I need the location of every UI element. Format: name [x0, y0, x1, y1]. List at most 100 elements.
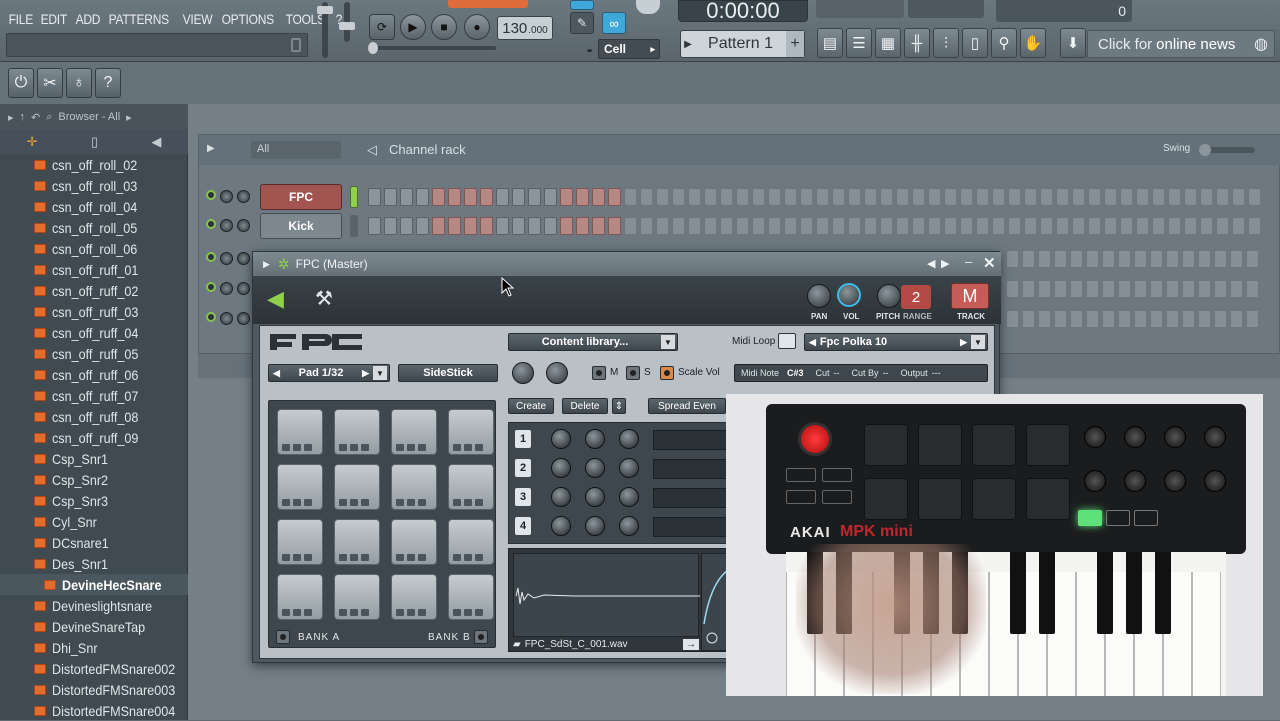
layer-knob[interactable]	[551, 516, 571, 536]
pad-control-icon[interactable]	[350, 444, 358, 451]
step-button[interactable]	[1054, 310, 1067, 328]
bank-b-button[interactable]	[474, 630, 488, 644]
menu-options[interactable]: OPTIONS	[219, 11, 277, 27]
pad-control-icon[interactable]	[361, 499, 369, 506]
browser-file-item[interactable]: Des_Snr1	[0, 553, 188, 574]
pad-control-icon[interactable]	[418, 609, 426, 616]
drum-pad[interactable]	[391, 409, 437, 455]
step-button[interactable]	[464, 188, 477, 206]
step-button[interactable]	[1134, 280, 1147, 298]
step-button[interactable]	[1200, 188, 1213, 206]
layer-number[interactable]: 3	[515, 488, 531, 506]
step-button[interactable]	[1102, 280, 1115, 298]
step-button[interactable]	[688, 217, 701, 235]
step-button[interactable]	[912, 188, 925, 206]
step-button[interactable]	[720, 217, 733, 235]
volume-knob[interactable]	[237, 252, 250, 265]
tab-current-project-icon[interactable]: ▯	[91, 134, 98, 150]
step-button[interactable]	[496, 217, 509, 235]
drum-pad[interactable]	[334, 574, 380, 620]
step-button[interactable]	[448, 188, 461, 206]
spread-even-button[interactable]: Spread Even	[648, 398, 726, 414]
pad-control-icon[interactable]	[407, 444, 415, 451]
step-button[interactable]	[1024, 188, 1037, 206]
step-button[interactable]	[560, 217, 573, 235]
step-button[interactable]	[752, 188, 765, 206]
stop-button[interactable]: ■	[431, 14, 457, 40]
step-button[interactable]	[1182, 280, 1195, 298]
drum-pad[interactable]	[334, 409, 380, 455]
step-button[interactable]	[816, 217, 829, 235]
step-button[interactable]	[1168, 217, 1181, 235]
step-button[interactable]	[704, 217, 717, 235]
browser-file-item[interactable]: Cyl_Snr	[0, 511, 188, 532]
step-button[interactable]	[1152, 188, 1165, 206]
step-button[interactable]	[544, 217, 557, 235]
step-button[interactable]	[1054, 280, 1067, 298]
drum-pad[interactable]	[277, 464, 323, 510]
pad-control-icon[interactable]	[282, 499, 290, 506]
loop-mode-button[interactable]: ⟳	[369, 14, 395, 40]
download-button[interactable]: ⬇	[1060, 28, 1086, 58]
step-button[interactable]	[1086, 310, 1099, 328]
slider-thumb[interactable]	[339, 22, 355, 30]
browser-file-item[interactable]: Csp_Snr1	[0, 448, 188, 469]
pad-control-icon[interactable]	[475, 554, 483, 561]
mute-led[interactable]	[206, 282, 216, 292]
snap-top-button[interactable]	[570, 0, 594, 10]
metronome-icon[interactable]	[636, 0, 660, 14]
browser-file-item[interactable]: DCsnare1	[0, 532, 188, 553]
pad-control-icon[interactable]	[293, 444, 301, 451]
pad-control-icon[interactable]	[453, 609, 461, 616]
step-button[interactable]	[848, 217, 861, 235]
pad-control-icon[interactable]	[407, 499, 415, 506]
browser-file-item[interactable]: csn_off_ruff_05	[0, 343, 188, 364]
layer-knob[interactable]	[585, 487, 605, 507]
step-button[interactable]	[576, 188, 589, 206]
step-button[interactable]	[992, 188, 1005, 206]
browser-file-item[interactable]: DevineSnareTap	[0, 616, 188, 637]
step-button[interactable]	[368, 188, 381, 206]
cell-mode-selector[interactable]: Cell ▸	[598, 39, 660, 59]
pad-control-icon[interactable]	[304, 499, 312, 506]
scale-vol-toggle[interactable]	[660, 366, 674, 380]
pad-control-icon[interactable]	[453, 499, 461, 506]
step-button[interactable]	[864, 188, 877, 206]
layer-knob[interactable]	[619, 516, 639, 536]
step-button[interactable]	[672, 188, 685, 206]
step-button[interactable]	[656, 188, 669, 206]
recording-options-strip[interactable]	[448, 0, 528, 8]
drum-pad[interactable]	[277, 409, 323, 455]
menu-file[interactable]: FILE	[6, 11, 36, 27]
step-button[interactable]	[880, 217, 893, 235]
browser-file-item[interactable]: csn_off_roll_04	[0, 196, 188, 217]
step-button[interactable]	[1182, 250, 1195, 268]
step-button[interactable]	[1214, 250, 1227, 268]
step-button[interactable]	[896, 188, 909, 206]
step-button[interactable]	[400, 217, 413, 235]
step-button[interactable]	[720, 188, 733, 206]
layer-knob[interactable]	[551, 458, 571, 478]
midi-loop-selector[interactable]: ◀ Fpc Polka 10 ▶ ▼	[804, 333, 988, 351]
step-button[interactable]	[1150, 280, 1163, 298]
volume-knob[interactable]	[237, 190, 250, 203]
typing-keyboard-button[interactable]: ✎	[570, 12, 594, 34]
pad-control-icon[interactable]	[475, 609, 483, 616]
step-button[interactable]	[1248, 217, 1261, 235]
step-button[interactable]	[528, 188, 541, 206]
browser-file-item[interactable]: csn_off_ruff_01	[0, 259, 188, 280]
step-button[interactable]	[1150, 250, 1163, 268]
menu-view[interactable]: VIEW	[180, 11, 215, 27]
pad-name-field[interactable]: SideStick	[398, 364, 498, 382]
midi-note-value[interactable]: C#3	[787, 368, 804, 378]
pad-control-icon[interactable]	[304, 444, 312, 451]
browser-file-item[interactable]: Dhi_Snr	[0, 637, 188, 658]
step-button[interactable]	[1054, 250, 1067, 268]
step-button[interactable]	[1166, 250, 1179, 268]
delete-layer-button[interactable]: Delete	[562, 398, 608, 414]
pad-control-icon[interactable]	[464, 554, 472, 561]
step-button[interactable]	[1230, 280, 1243, 298]
step-button[interactable]	[1214, 310, 1227, 328]
step-button[interactable]	[544, 188, 557, 206]
step-button[interactable]	[1198, 250, 1211, 268]
